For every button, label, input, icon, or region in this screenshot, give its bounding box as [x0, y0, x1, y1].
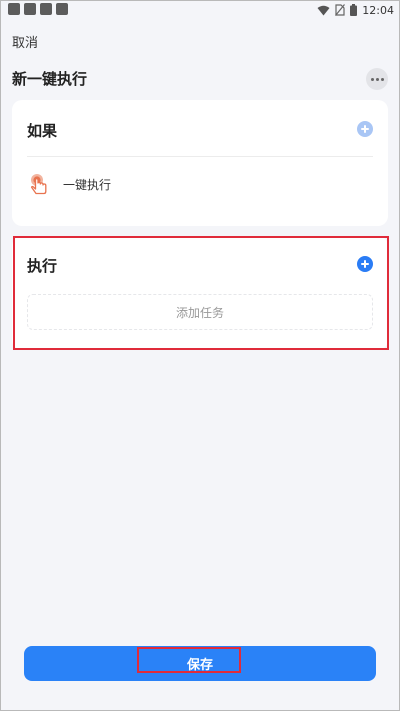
add-action-button[interactable] — [357, 256, 373, 272]
no-sim-icon — [335, 4, 346, 16]
save-button[interactable]: 保存 — [24, 646, 376, 681]
clock: 12:04 — [362, 3, 394, 17]
status-bar: 12:04 — [0, 0, 400, 20]
cancel-button[interactable]: 取消 — [12, 32, 38, 51]
divider — [27, 156, 373, 157]
add-condition-button[interactable] — [357, 121, 373, 137]
more-button[interactable] — [366, 68, 388, 90]
if-card: 如果 一键执行 — [12, 100, 388, 226]
app-icon — [24, 3, 36, 15]
tap-hand-icon — [30, 174, 47, 195]
page-title: 新一键执行 — [12, 70, 88, 88]
trigger-label: 一键执行 — [63, 177, 112, 192]
if-card-title: 如果 — [27, 122, 58, 140]
do-card-title: 执行 — [27, 257, 58, 275]
app-icon — [8, 3, 20, 15]
more-icon — [370, 77, 384, 81]
app-icon — [56, 3, 68, 15]
trigger-item-one-tap[interactable]: 一键执行 — [27, 164, 373, 204]
app-icon — [40, 3, 52, 15]
add-task-button[interactable]: 添加任务 — [27, 294, 373, 330]
battery-icon — [350, 4, 358, 16]
do-card: 执行 添加任务 — [12, 236, 388, 350]
wifi-icon — [317, 5, 330, 15]
status-icons: 12:04 — [317, 2, 394, 18]
